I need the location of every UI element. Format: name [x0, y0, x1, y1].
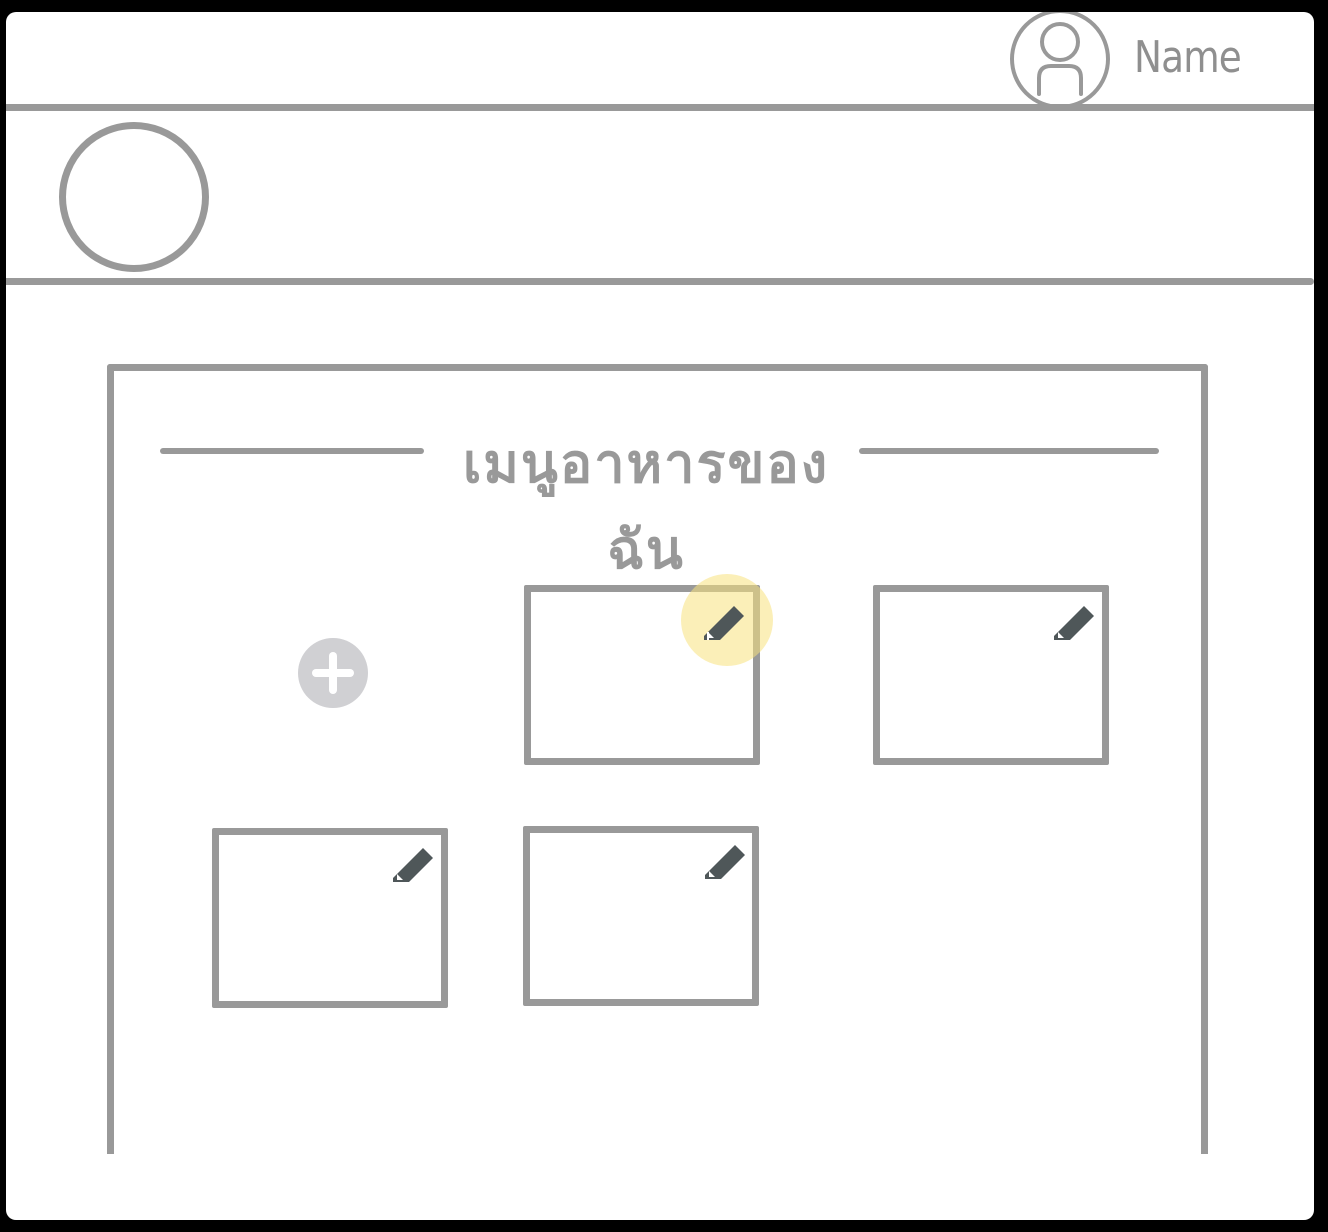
plus-icon-vertical [329, 652, 337, 694]
pencil-icon[interactable] [701, 835, 753, 887]
banner-divider [6, 278, 1314, 285]
add-menu-button[interactable] [298, 638, 368, 708]
logo-placeholder [59, 122, 209, 272]
user-name[interactable]: Name [1134, 32, 1242, 83]
user-avatar-icon[interactable] [1009, 12, 1111, 110]
pencil-icon[interactable] [700, 596, 752, 648]
title-line-right [859, 448, 1159, 454]
pencil-icon[interactable] [389, 838, 441, 890]
menu-title-row: เมนูอาหารของฉัน [160, 420, 1160, 581]
header-divider [6, 104, 1314, 111]
title-line-left [160, 448, 424, 454]
pencil-icon[interactable] [1050, 596, 1102, 648]
menu-title: เมนูอาหารของฉัน [462, 432, 830, 581]
